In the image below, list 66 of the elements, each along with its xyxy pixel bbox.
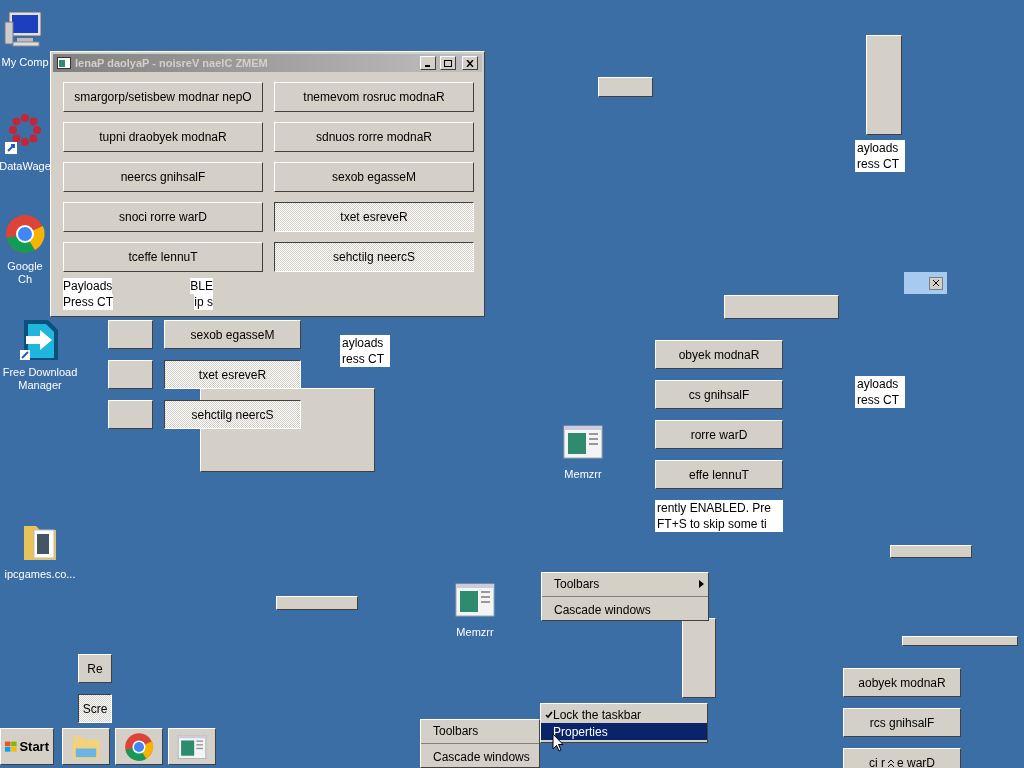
minimize-button[interactable] — [420, 56, 436, 70]
command-button[interactable]: tnemevom rosruc modnaR — [274, 82, 474, 112]
command-button[interactable]: aobyek modnaR — [843, 668, 961, 697]
taskbar-button[interactable] — [115, 728, 163, 765]
status-text: ip s — [194, 294, 213, 310]
toggle-button[interactable]: txet esreveR — [164, 360, 301, 389]
command-button[interactable]: neercs gnihsalF — [63, 162, 263, 192]
command-button[interactable]: smargorp/setisbew modnar nepO — [63, 82, 263, 112]
menu-item[interactable]: Properties — [541, 723, 707, 740]
close-icon — [929, 276, 943, 290]
windows-logo-icon — [5, 739, 18, 754]
command-button[interactable]: snoci rorre warD — [63, 202, 263, 232]
command-button[interactable]: tupni draobyek modnaR — [63, 122, 263, 152]
chevron-up-icon — [887, 757, 895, 768]
start-button[interactable]: Start — [0, 728, 54, 765]
command-button[interactable]: rcs gnihsalF — [843, 708, 961, 737]
close-icon — [466, 59, 474, 67]
command-button[interactable]: sdnuos rorre modnaR — [274, 122, 474, 152]
button-label: e warD — [897, 754, 935, 768]
window-icon — [57, 57, 71, 69]
icon-label[interactable]: DataWage — [0, 160, 51, 173]
command-button[interactable]: Re — [78, 654, 112, 683]
status-text: ress CT — [340, 351, 390, 367]
menu-item[interactable]: Toolbars — [542, 575, 708, 592]
status-text: Payloads — [63, 278, 113, 294]
toggle-button[interactable]: txet esreveR — [274, 202, 474, 232]
status-text: rently ENABLED. Pre — [655, 500, 783, 516]
toggle-button[interactable]: Scre — [78, 694, 112, 723]
icon-label[interactable]: Memzrr — [456, 626, 494, 639]
glitch-block — [598, 77, 653, 97]
command-button[interactable]: rorre warD — [655, 420, 783, 449]
status-text: ress CT — [855, 156, 905, 172]
command-button[interactable]: obyek modnaR — [655, 340, 783, 369]
icon-label[interactable]: Free Download Manager — [2, 366, 78, 392]
maximize-icon — [444, 59, 452, 67]
command-button[interactable]: sexob egasseM — [164, 320, 301, 349]
status-text: Press CT — [63, 294, 113, 310]
button-label: ci r — [869, 754, 885, 768]
status-text: ayloads — [855, 376, 905, 392]
icon-label[interactable]: Google Ch — [0, 260, 50, 286]
maximize-button[interactable] — [440, 56, 456, 70]
menu-item[interactable]: Toolbars — [421, 722, 539, 739]
menu-item[interactable]: Lock the taskbar — [541, 706, 707, 723]
menu-item[interactable]: Cascade windows — [542, 596, 708, 618]
taskbar-button[interactable] — [168, 728, 216, 765]
status-text: ayloads — [340, 335, 390, 351]
window-title: lenaP daolyaP - noisreV naelC ZMEM — [75, 55, 269, 71]
toggle-button[interactable]: sehctilg neercS — [274, 242, 474, 272]
chrome-icon — [123, 730, 155, 763]
menu-item[interactable]: Cascade windows — [421, 743, 539, 765]
toggle-button[interactable]: sehctilg neercS — [164, 400, 301, 429]
status-text: BLE — [190, 278, 213, 294]
icon-label[interactable]: ipcgames.co... — [4, 568, 76, 581]
command-button[interactable]: cs gnihsalF — [655, 380, 783, 409]
status-text: ayloads — [855, 140, 905, 156]
command-button[interactable]: ci r e warD — [843, 748, 961, 768]
status-text: ress CT — [855, 392, 905, 408]
command-button[interactable]: sexob egasseM — [274, 162, 474, 192]
taskbar-button[interactable] — [62, 728, 110, 765]
icon-label[interactable]: My Comp — [1, 56, 49, 69]
command-button[interactable]: effe lennuT — [655, 460, 783, 489]
close-button[interactable] — [462, 56, 478, 70]
status-text: FT+S to skip some ti — [655, 516, 783, 532]
icon-label[interactable]: Memzrr — [564, 468, 602, 481]
command-button[interactable]: tceffe lennuT — [63, 242, 263, 272]
chrome-icon — [3, 212, 47, 256]
